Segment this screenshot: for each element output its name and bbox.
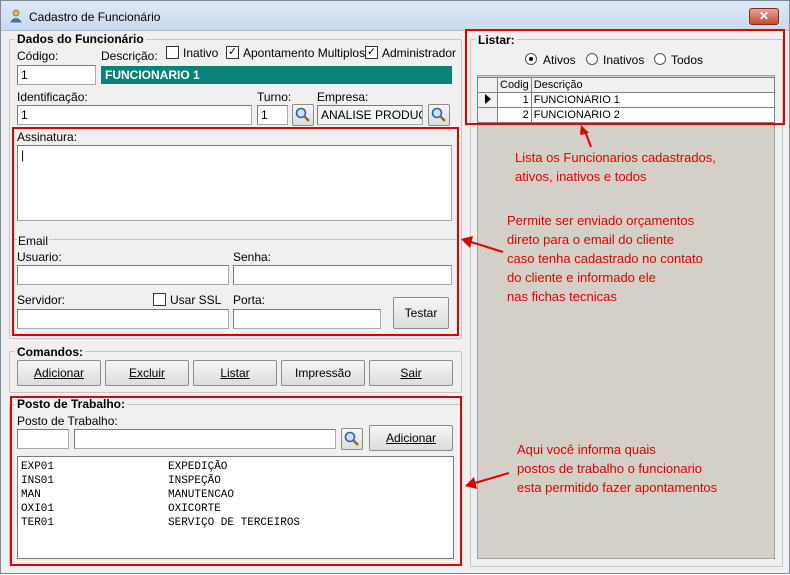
annotation-box-posto — [10, 396, 462, 566]
empresa-label: Empresa: — [317, 90, 369, 104]
adicionar-button[interactable]: Adicionar — [17, 360, 101, 386]
inativo-checkbox[interactable] — [166, 46, 179, 59]
descricao-field[interactable]: FUNCIONARIO 1 — [101, 66, 452, 84]
apontamento-label: Apontamento Multiplos — [243, 46, 366, 60]
cadastro-funcionario-window: Cadastro de Funcionário ✕ Dados do Funci… — [0, 0, 790, 574]
magnifier-icon — [295, 107, 310, 122]
identificacao-field[interactable]: 1 — [17, 105, 252, 125]
listar-button[interactable]: Listar — [193, 360, 277, 386]
identificacao-label: Identificação: — [17, 90, 88, 104]
note-posto: Aqui você informa quais postos de trabal… — [517, 442, 718, 495]
codigo-label: Código: — [17, 49, 59, 63]
empresa-field[interactable]: ANALISE PRODUÇÃO — [317, 105, 423, 125]
note-email: Permite ser enviado orçamentos direto pa… — [507, 213, 703, 304]
annotation-box-listar — [465, 29, 785, 125]
inativo-label: Inativo — [183, 46, 219, 60]
close-button[interactable]: ✕ — [749, 8, 779, 25]
descricao-label: Descrição: — [101, 49, 158, 63]
turno-label: Turno: — [257, 90, 292, 104]
excluir-button[interactable]: Excluir — [105, 360, 189, 386]
empresa-search-button[interactable] — [428, 104, 450, 126]
comandos-group-title: Comandos: — [15, 345, 85, 359]
apontamento-checkbox[interactable]: ✓ — [226, 46, 239, 59]
sair-button[interactable]: Sair — [369, 360, 453, 386]
user-icon — [10, 9, 22, 23]
administrador-checkbox[interactable]: ✓ — [365, 46, 378, 59]
title-bar: Cadastro de Funcionário ✕ — [1, 1, 789, 31]
window-title: Cadastro de Funcionário — [29, 10, 161, 24]
annotation-box-assinatura-email — [12, 127, 459, 336]
note-lista: Lista os Funcionarios cadastrados, ativo… — [515, 150, 716, 184]
impressao-button[interactable]: Impressão — [281, 360, 365, 386]
turno-field[interactable]: 1 — [257, 105, 288, 125]
magnifier-icon — [431, 107, 446, 122]
codigo-field[interactable]: 1 — [17, 65, 96, 85]
turno-search-button[interactable] — [292, 104, 314, 126]
dados-group-title: Dados do Funcionário — [15, 32, 146, 46]
administrador-label: Administrador — [382, 46, 457, 60]
